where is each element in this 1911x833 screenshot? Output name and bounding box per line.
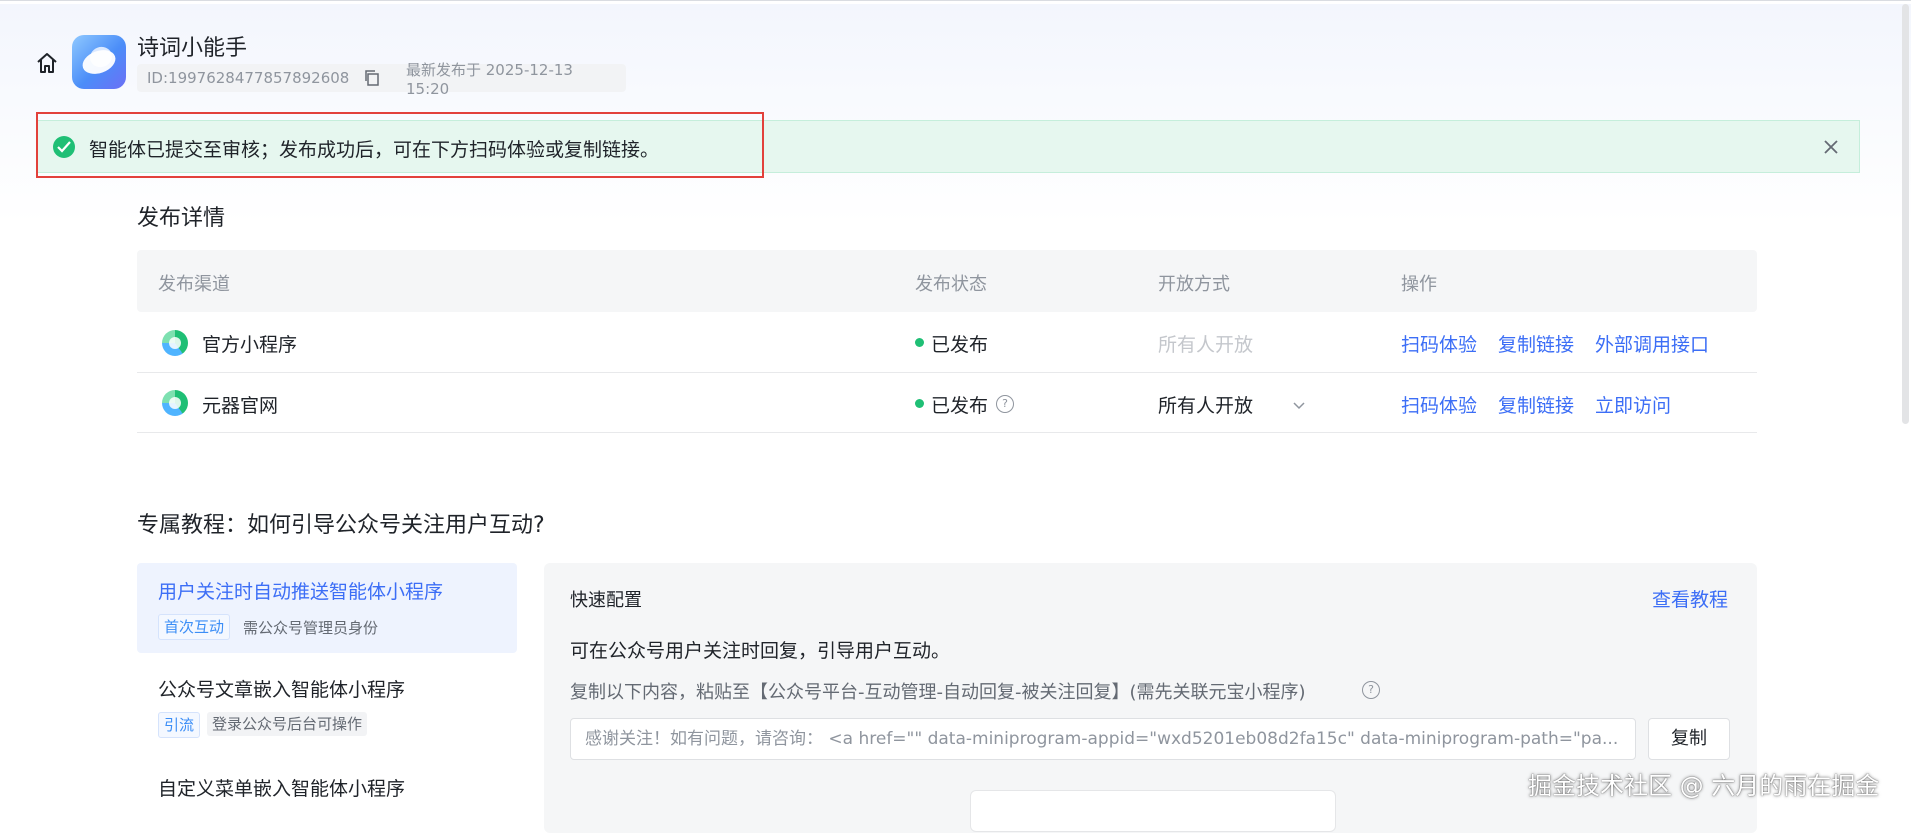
copy-link-link[interactable]: 复制链接 — [1498, 391, 1574, 418]
tutorial-note: 登录公众号后台可操作 — [207, 712, 368, 736]
view-tutorial-link[interactable]: 查看教程 — [1652, 585, 1728, 612]
access-select[interactable]: 所有人开放 — [1158, 391, 1253, 418]
channel-name: 元器官网 — [202, 395, 279, 417]
panel-title: 快速配置 — [570, 590, 642, 611]
tutorial-item-title[interactable]: 自定义菜单嵌入智能体小程序 — [158, 774, 405, 801]
help-icon[interactable]: ? — [996, 395, 1014, 413]
scan-experience-link[interactable]: 扫码体验 — [1401, 391, 1477, 418]
watermark: 掘金技术社区 @ 六月的雨在掘金 — [1528, 772, 1880, 800]
yuanqi-site-icon — [162, 390, 188, 416]
status-dot — [915, 399, 924, 408]
close-icon[interactable] — [1820, 136, 1842, 158]
app-id-text: ID:1997628477857892608 — [147, 69, 350, 87]
tutorial-item-title[interactable]: 用户关注时自动推送智能体小程序 — [158, 577, 443, 604]
snippet-input[interactable]: 感谢关注！如有问题，请咨询： <a href="" data-miniprogr… — [570, 718, 1636, 760]
copy-link-link[interactable]: 复制链接 — [1498, 330, 1574, 357]
mini-program-icon — [162, 330, 188, 356]
app-name: 诗词小能手 — [137, 36, 248, 61]
scan-experience-link[interactable]: 扫码体验 — [1401, 330, 1477, 357]
tutorial-title: 专属教程：如何引导公众号关注用户互动? — [137, 513, 545, 538]
tutorial-tag: 引流 — [158, 712, 201, 738]
app-logo — [72, 35, 126, 89]
last-published: 最新发布于 2025-12-13 15:20 — [396, 61, 626, 98]
last-published-text: 最新发布于 2025-12-13 15:20 — [406, 60, 573, 98]
panel-hint: 复制以下内容，粘贴至【公众号平台-互动管理-自动回复-被关注回复】(需先关联元宝… — [570, 682, 1306, 703]
home-icon[interactable] — [34, 50, 60, 76]
scrollbar[interactable] — [1902, 4, 1909, 424]
help-icon[interactable]: ? — [1362, 681, 1380, 699]
publish-details-title: 发布详情 — [137, 206, 226, 231]
tutorial-note: 需公众号管理员身份 — [243, 619, 379, 637]
status-text: 已发布 — [931, 334, 989, 356]
row-divider — [137, 372, 1757, 373]
column-header-channel: 发布渠道 — [158, 274, 230, 295]
panel-description: 可在公众号用户关注时回复，引导用户互动。 — [570, 640, 951, 662]
column-header-access: 开放方式 — [1158, 274, 1230, 295]
external-api-link[interactable]: 外部调用接口 — [1595, 330, 1709, 357]
row-divider — [137, 432, 1757, 433]
column-header-actions: 操作 — [1401, 274, 1437, 295]
chevron-down-icon[interactable] — [1292, 396, 1306, 410]
tutorial-tag: 首次互动 — [158, 614, 231, 640]
column-header-status: 发布状态 — [915, 274, 987, 295]
annotation-highlight-box — [36, 112, 764, 178]
tutorial-item-title[interactable]: 公众号文章嵌入智能体小程序 — [158, 675, 405, 702]
status-text: 已发布 — [931, 395, 989, 417]
access-text: 所有人开放 — [1158, 334, 1254, 356]
copy-id-icon[interactable] — [362, 68, 382, 88]
qr-preview-card — [970, 790, 1336, 832]
visit-now-link[interactable]: 立即访问 — [1595, 391, 1671, 418]
channel-name: 官方小程序 — [202, 334, 298, 356]
copy-button[interactable]: 复制 — [1648, 718, 1730, 760]
status-dot — [915, 338, 924, 347]
